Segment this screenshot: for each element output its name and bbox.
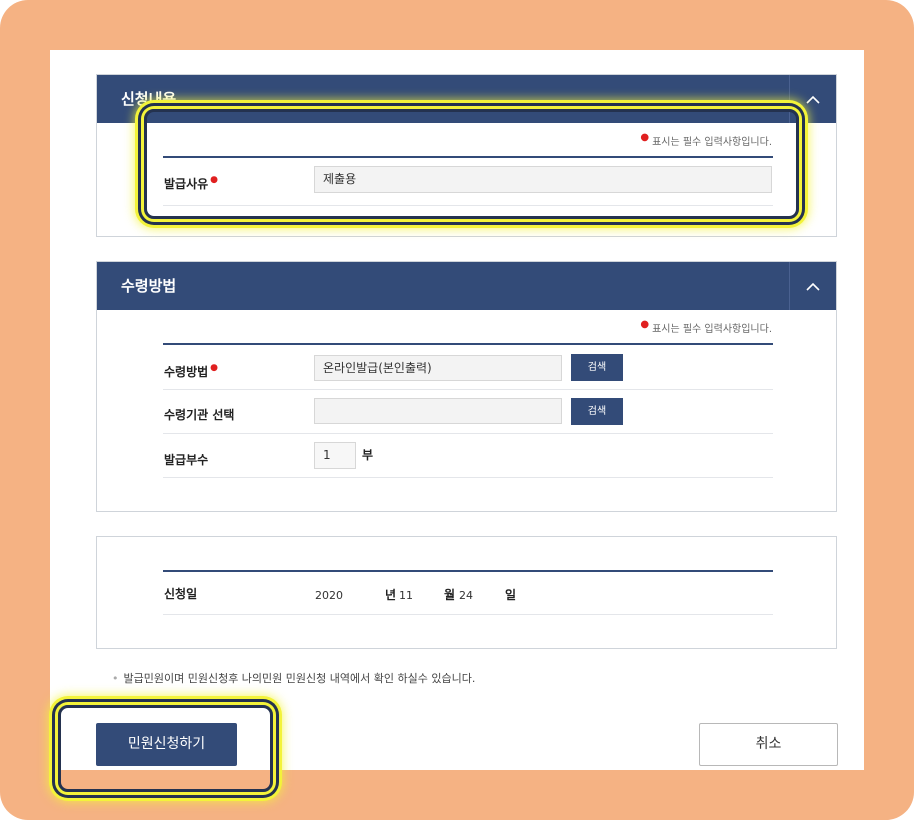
receipt-method-label: 수령방법 ● <box>164 363 219 379</box>
date-year-value: 2020 <box>315 589 343 602</box>
date-month-value: 11 <box>399 589 413 602</box>
receipt-agency-label: 수령기관 선택 <box>164 408 235 422</box>
required-dot-icon: ● <box>210 175 219 185</box>
application-form-page: 신청내용 ● 표시는 필수 입력사항입니다. 발급사유 ● 제출용 수령방법 ●… <box>50 50 864 792</box>
copies-input[interactable]: 1 <box>314 442 356 469</box>
receipt-method-search-button[interactable]: 검색 <box>571 354 623 381</box>
copies-label: 발급부수 <box>164 453 209 467</box>
row-divider <box>163 389 773 390</box>
application-date-label: 신청일 <box>164 587 198 601</box>
row-divider <box>163 433 773 434</box>
copies-unit: 부 <box>362 448 374 462</box>
required-dot-icon: ● <box>210 363 219 373</box>
date-year-unit: 년 <box>385 588 397 602</box>
receipt-agency-search-button[interactable]: 검색 <box>571 398 623 425</box>
row-divider <box>163 205 773 206</box>
required-note: ● 표시는 필수 입력사항입니다. <box>640 319 772 335</box>
section-divider <box>163 156 773 158</box>
collapse-toggle-button[interactable] <box>789 75 836 123</box>
date-day-value: 24 <box>459 589 473 602</box>
section-divider <box>163 343 773 345</box>
receipt-method-title: 수령방법 <box>121 277 177 295</box>
application-content-title: 신청내용 <box>121 90 177 108</box>
required-note: ● 표시는 필수 입력사항입니다. <box>640 132 772 148</box>
required-dot-icon: ● <box>640 319 650 330</box>
required-dot-icon: ● <box>640 132 650 143</box>
receipt-method-header[interactable]: 수령방법 <box>97 262 836 310</box>
receipt-method-panel: 수령방법 ● 표시는 필수 입력사항입니다. 수령방법 ● 온라인발급(본인출력) … <box>96 261 837 512</box>
receipt-agency-input[interactable] <box>314 398 562 424</box>
date-month-unit: 월 <box>444 588 456 602</box>
issue-reason-label: 발급사유 ● <box>164 175 219 191</box>
application-date-panel: 신청일 2020 년 11 월 24 일 <box>96 536 837 649</box>
collapse-toggle-button[interactable] <box>789 262 836 310</box>
receipt-method-input[interactable]: 온라인발급(본인출력) <box>314 355 562 381</box>
chevron-up-icon <box>806 95 820 104</box>
bullet-icon: • <box>112 672 119 685</box>
issue-reason-input[interactable]: 제출용 <box>314 166 772 193</box>
section-divider <box>163 570 773 572</box>
cancel-button[interactable]: 취소 <box>699 723 838 766</box>
footnote-text: • 발급민원이며 민원신청후 나의민원 민원신청 내역에서 확인 하실수 있습니다… <box>112 672 476 685</box>
row-divider <box>163 477 773 478</box>
application-content-header[interactable]: 신청내용 <box>97 75 836 123</box>
application-content-panel: 신청내용 ● 표시는 필수 입력사항입니다. 발급사유 ● 제출용 <box>96 74 837 237</box>
row-divider <box>163 614 773 615</box>
submit-application-button[interactable]: 민원신청하기 <box>96 723 237 766</box>
chevron-up-icon <box>806 282 820 291</box>
date-day-unit: 일 <box>505 588 517 602</box>
